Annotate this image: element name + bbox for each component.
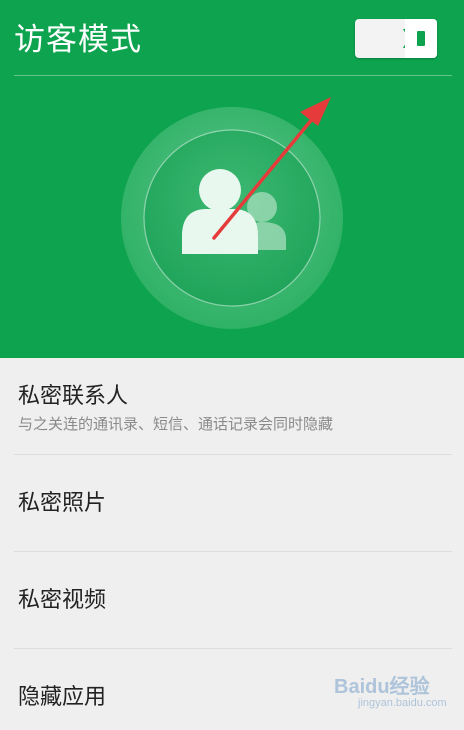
guest-graphic (121, 97, 343, 329)
watermark-site: jingyan.baidu.com (358, 697, 447, 709)
list-item-private-videos[interactable]: 私密视频 (0, 552, 464, 649)
watermark-brand: Baidu经验 (334, 676, 430, 698)
list-item-private-contacts[interactable]: 私密联系人 与之关连的通讯录、短信、通话记录会同时隐藏 (0, 358, 464, 455)
list-item-label: 私密视频 (18, 588, 107, 613)
list-item-label: 私密联系人 (18, 384, 129, 409)
list-item-label: 私密照片 (18, 491, 107, 516)
guest-mode-header: 访客模式 (0, 0, 464, 358)
baidu-watermark: Baidu经验 jingyan.baidu.com (334, 670, 447, 709)
list-item-private-photos[interactable]: 私密照片 (0, 455, 464, 552)
list-item-subtitle: 与之关连的通讯录、短信、通话记录会同时隐藏 (18, 415, 334, 433)
list-item-label: 隐藏应用 (18, 685, 107, 710)
